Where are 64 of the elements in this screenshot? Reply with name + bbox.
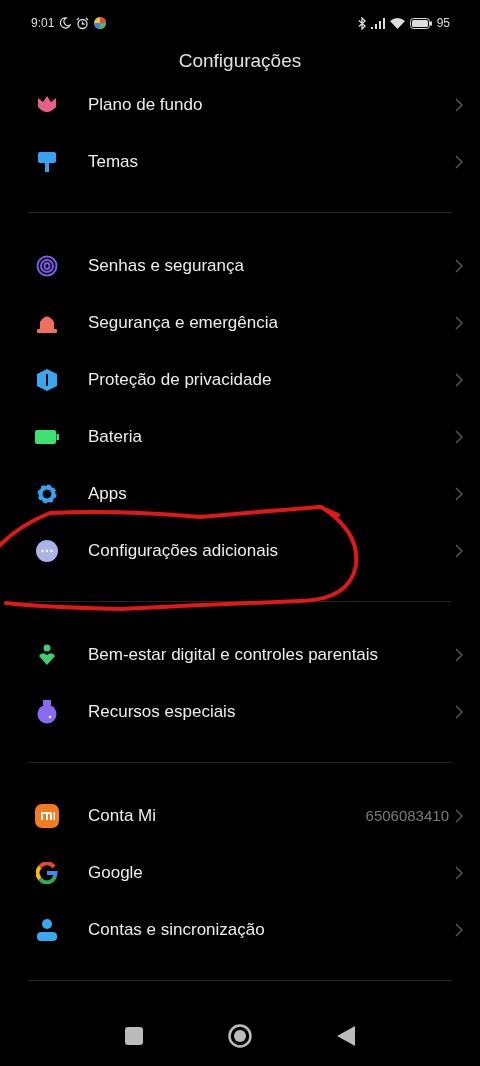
item-label: Temas bbox=[88, 151, 140, 172]
fingerprint-icon bbox=[36, 254, 58, 277]
item-label: Conta Mi bbox=[88, 805, 158, 826]
settings-item[interactable]: Bateria bbox=[0, 408, 480, 465]
chevron-icon bbox=[455, 429, 463, 444]
home-icon[interactable] bbox=[228, 1024, 252, 1048]
person-icon bbox=[36, 918, 58, 941]
battery-status-icon bbox=[409, 17, 432, 29]
item-label: Google bbox=[88, 862, 144, 883]
alarm-icon bbox=[76, 16, 90, 30]
chevron-icon bbox=[455, 154, 463, 169]
item-label: Apps bbox=[88, 483, 128, 504]
moon-icon bbox=[59, 17, 72, 29]
chevron-icon bbox=[455, 258, 463, 273]
signal-icon bbox=[370, 17, 385, 29]
settings-item[interactable]: Temas bbox=[0, 133, 480, 190]
person-heart-icon bbox=[37, 643, 57, 666]
settings-item[interactable]: Apps bbox=[0, 465, 480, 522]
back-icon[interactable] bbox=[337, 1026, 355, 1046]
settings-item[interactable]: Plano de fundo bbox=[0, 76, 480, 133]
chevron-icon bbox=[455, 543, 463, 558]
tulip-icon bbox=[36, 94, 58, 115]
chevron-icon bbox=[455, 97, 463, 112]
settings-item[interactable]: Conta Mi 6506083410 bbox=[0, 787, 480, 844]
bluetooth-icon bbox=[357, 16, 366, 30]
chevron-icon bbox=[455, 372, 463, 387]
wifi-icon bbox=[389, 17, 405, 29]
chevron-icon bbox=[455, 922, 463, 937]
item-label: Bateria bbox=[88, 426, 143, 447]
chevron-icon bbox=[455, 315, 463, 330]
settings-item[interactable]: Configurações adicionais bbox=[0, 522, 480, 579]
settings-item[interactable]: Contas e sincronização bbox=[0, 901, 480, 958]
settings-item[interactable]: Senhas e segurança bbox=[0, 237, 480, 294]
item-label: Bem-estar digital e controles parentais bbox=[88, 644, 380, 665]
settings-item[interactable]: Google bbox=[0, 844, 480, 901]
item-value: 6506083410 bbox=[365, 807, 449, 824]
potion-icon bbox=[37, 699, 57, 724]
screen-title: Configurações bbox=[177, 49, 303, 73]
settings-item[interactable]: Recursos especiais bbox=[0, 683, 480, 740]
battery-icon bbox=[35, 429, 59, 444]
item-label: Contas e sincronização bbox=[88, 919, 266, 940]
more-icon bbox=[36, 539, 58, 562]
settings-item[interactable]: Proteção de privacidade bbox=[0, 351, 480, 408]
settings-item[interactable]: Bem-estar digital e controles parentais bbox=[0, 626, 480, 683]
brush-icon bbox=[37, 150, 57, 173]
mi-logo-icon bbox=[35, 803, 59, 828]
item-label: Plano de fundo bbox=[88, 94, 204, 115]
item-label: Recursos especiais bbox=[88, 701, 237, 722]
chevron-icon bbox=[455, 865, 463, 880]
item-label: Proteção de privacidade bbox=[88, 369, 273, 390]
item-label: Configurações adicionais bbox=[88, 540, 279, 561]
chevron-icon bbox=[455, 704, 463, 719]
item-label: Segurança e emergência bbox=[88, 312, 279, 333]
pinwheel-icon bbox=[94, 17, 107, 29]
clock: 9:01 bbox=[31, 16, 55, 30]
settings-item[interactable]: Segurança e emergência bbox=[0, 294, 480, 351]
chevron-icon bbox=[455, 808, 463, 823]
chevron-icon bbox=[455, 486, 463, 501]
google-icon bbox=[36, 861, 58, 884]
gear-icon bbox=[36, 482, 58, 505]
battery-percent: 95 bbox=[436, 16, 450, 30]
chevron-icon bbox=[455, 647, 463, 662]
item-label: Senhas e segurança bbox=[88, 255, 245, 276]
shield-icon bbox=[37, 368, 57, 391]
